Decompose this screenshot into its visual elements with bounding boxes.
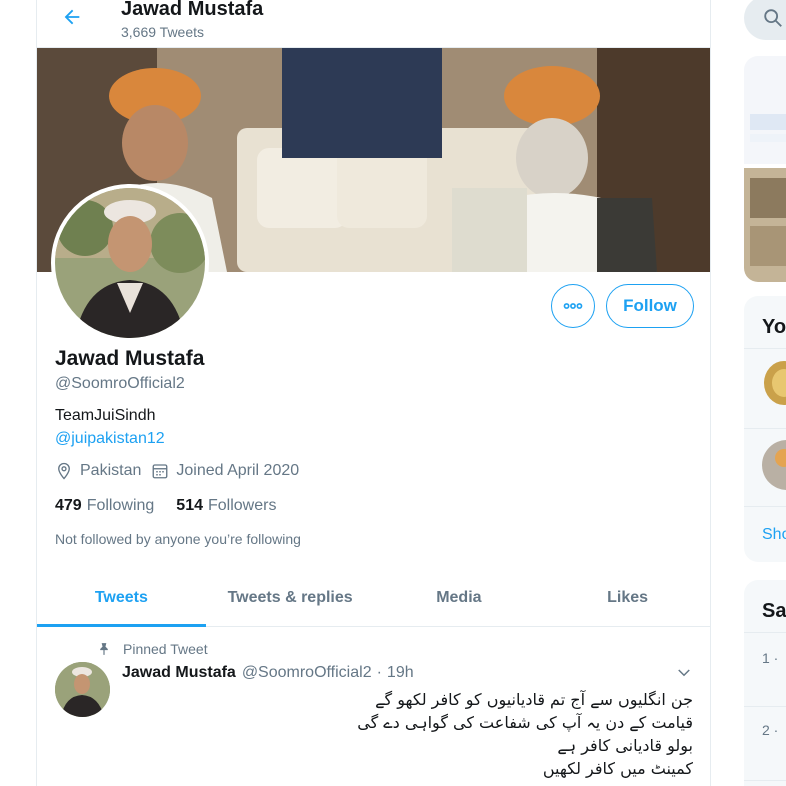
- show-more-link[interactable]: Sho: [762, 526, 786, 544]
- tweet-line: بولو قادیانی کافر ہے: [557, 736, 693, 755]
- tweet-line: قیامت کے دن یہ آپ کی شفاعت کی گواہی دے گ…: [357, 713, 693, 732]
- following-link[interactable]: 479 Following: [55, 497, 154, 515]
- profile-location: Pakistan: [55, 462, 141, 480]
- tweet-author-name[interactable]: Jawad Mustafa: [122, 664, 236, 682]
- tweet-line: جن انگلیوں سے آج تم قادیانیوں کو کافر لک…: [375, 690, 693, 709]
- tweet-time[interactable]: 19h: [387, 664, 414, 682]
- profile-column: Jawad Mustafa 3,669 Tweets Follow Jawad …: [36, 0, 711, 786]
- following-label: Following: [86, 497, 155, 514]
- tweet-line: کمینٹ میں کافر لکھیں: [542, 759, 693, 778]
- divider: [744, 506, 786, 507]
- divider: [744, 780, 786, 781]
- tweet-header: Jawad Mustafa @SoomroOfficial2 · 19h: [122, 664, 414, 682]
- who-to-follow-card: Yo Sho: [744, 296, 786, 562]
- calendar-icon: [152, 464, 168, 479]
- profile-bio: TeamJuiSindh: [55, 407, 156, 424]
- tab-tweets[interactable]: Tweets: [37, 571, 206, 627]
- tweet-author-handle[interactable]: @SoomroOfficial2: [242, 664, 372, 682]
- divider: [744, 632, 786, 633]
- trends-heading: Sa: [762, 600, 786, 622]
- divider: [744, 706, 786, 707]
- media-preview-thumbnail: [744, 56, 786, 282]
- pin-icon: [100, 643, 108, 655]
- joined-text: Joined April 2020: [176, 462, 300, 479]
- trends-card: Sa 1 · 2 ·: [744, 580, 786, 786]
- tweet-separator: ·: [376, 664, 382, 681]
- divider: [744, 428, 786, 429]
- tab-likes[interactable]: Likes: [543, 571, 710, 626]
- more-options-button[interactable]: [551, 284, 595, 328]
- following-count: 479: [55, 497, 82, 514]
- follow-button[interactable]: Follow: [606, 284, 694, 328]
- who-to-follow-heading: Yo: [762, 316, 786, 338]
- tweet-menu-button[interactable]: [675, 664, 693, 687]
- chevron-down-icon: [678, 669, 690, 677]
- tweet-avatar-photo: [55, 662, 110, 717]
- pinned-tweet-label: Pinned Tweet: [97, 641, 208, 657]
- tweet-text: جن انگلیوں سے آج تم قادیانیوں کو کافر لک…: [337, 688, 693, 780]
- profile-avatar[interactable]: [51, 184, 209, 342]
- avatar-photo: [55, 188, 205, 338]
- more-dots-icon: [563, 303, 583, 309]
- tab-media[interactable]: Media: [375, 571, 544, 626]
- profile-tabs: Tweets Tweets & replies Media Likes: [37, 571, 710, 627]
- followers-count: 514: [176, 497, 203, 514]
- tweet-author-avatar[interactable]: [55, 662, 110, 717]
- right-sidebar: Yo Sho Sa 1 · 2 ·: [744, 0, 786, 786]
- suggested-account-avatar[interactable]: [764, 360, 786, 406]
- suggested-account-avatar[interactable]: [762, 440, 786, 490]
- profile-handle: @SoomroOfficial2: [55, 375, 185, 392]
- media-preview-card[interactable]: [744, 56, 786, 282]
- followers-link[interactable]: 514 Followers: [176, 497, 276, 515]
- followed-by-note: Not followed by anyone you’re following: [55, 531, 301, 547]
- location-pin-icon: [58, 462, 70, 480]
- search-box[interactable]: [744, 0, 786, 40]
- location-text: Pakistan: [80, 462, 142, 479]
- arrow-left-icon: [64, 9, 80, 25]
- profile-joined: Joined April 2020: [151, 462, 299, 480]
- back-button[interactable]: [57, 2, 87, 32]
- tab-tweets-and-replies[interactable]: Tweets & replies: [206, 571, 375, 626]
- profile-header-bar: Jawad Mustafa 3,669 Tweets: [37, 0, 710, 48]
- header-tweet-count: 3,669 Tweets: [121, 24, 205, 40]
- profile-stats: 479 Following 514 Followers: [55, 497, 298, 515]
- divider: [744, 348, 786, 349]
- bio-mention-link[interactable]: @juipakistan12: [55, 430, 165, 448]
- pinned-text: Pinned Tweet: [123, 641, 208, 657]
- profile-meta: Pakistan Joined April 2020: [55, 462, 309, 480]
- search-icon: [764, 9, 782, 27]
- header-name: Jawad Mustafa: [121, 0, 264, 20]
- trend-rank[interactable]: 1 ·: [762, 650, 778, 666]
- profile-name: Jawad Mustafa: [55, 347, 205, 370]
- followers-label: Followers: [208, 497, 277, 514]
- trend-rank[interactable]: 2 ·: [762, 722, 778, 738]
